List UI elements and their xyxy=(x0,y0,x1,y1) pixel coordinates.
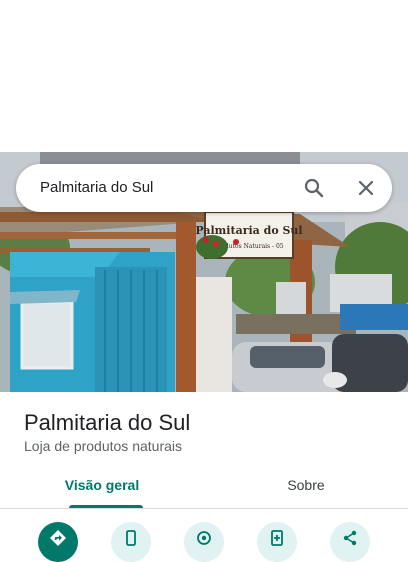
save-button[interactable] xyxy=(257,522,297,562)
divider xyxy=(0,508,408,509)
directions-icon xyxy=(50,530,66,546)
place-category: Loja de produtos naturais xyxy=(24,438,182,454)
directions-button[interactable] xyxy=(38,522,78,562)
share-button[interactable] xyxy=(330,522,370,562)
nearby-button[interactable] xyxy=(184,522,224,562)
place-title: Palmitaria do Sul xyxy=(24,410,191,435)
search-input[interactable]: Palmitaria do Sul xyxy=(40,179,153,196)
call-button[interactable] xyxy=(111,522,151,562)
tab-about[interactable]: Sobre xyxy=(204,466,408,508)
save-icon xyxy=(271,530,283,546)
location-icon xyxy=(197,531,211,545)
search-bar[interactable]: Palmitaria do Sul xyxy=(16,164,392,212)
phone-icon xyxy=(126,530,136,546)
share-icon xyxy=(343,530,357,546)
tab-overview[interactable]: Visão geral xyxy=(0,466,204,508)
search-icon[interactable] xyxy=(302,176,326,200)
map-area[interactable] xyxy=(0,0,408,152)
tab-bar: Visão geral Sobre xyxy=(0,466,408,508)
close-icon[interactable] xyxy=(354,176,378,200)
